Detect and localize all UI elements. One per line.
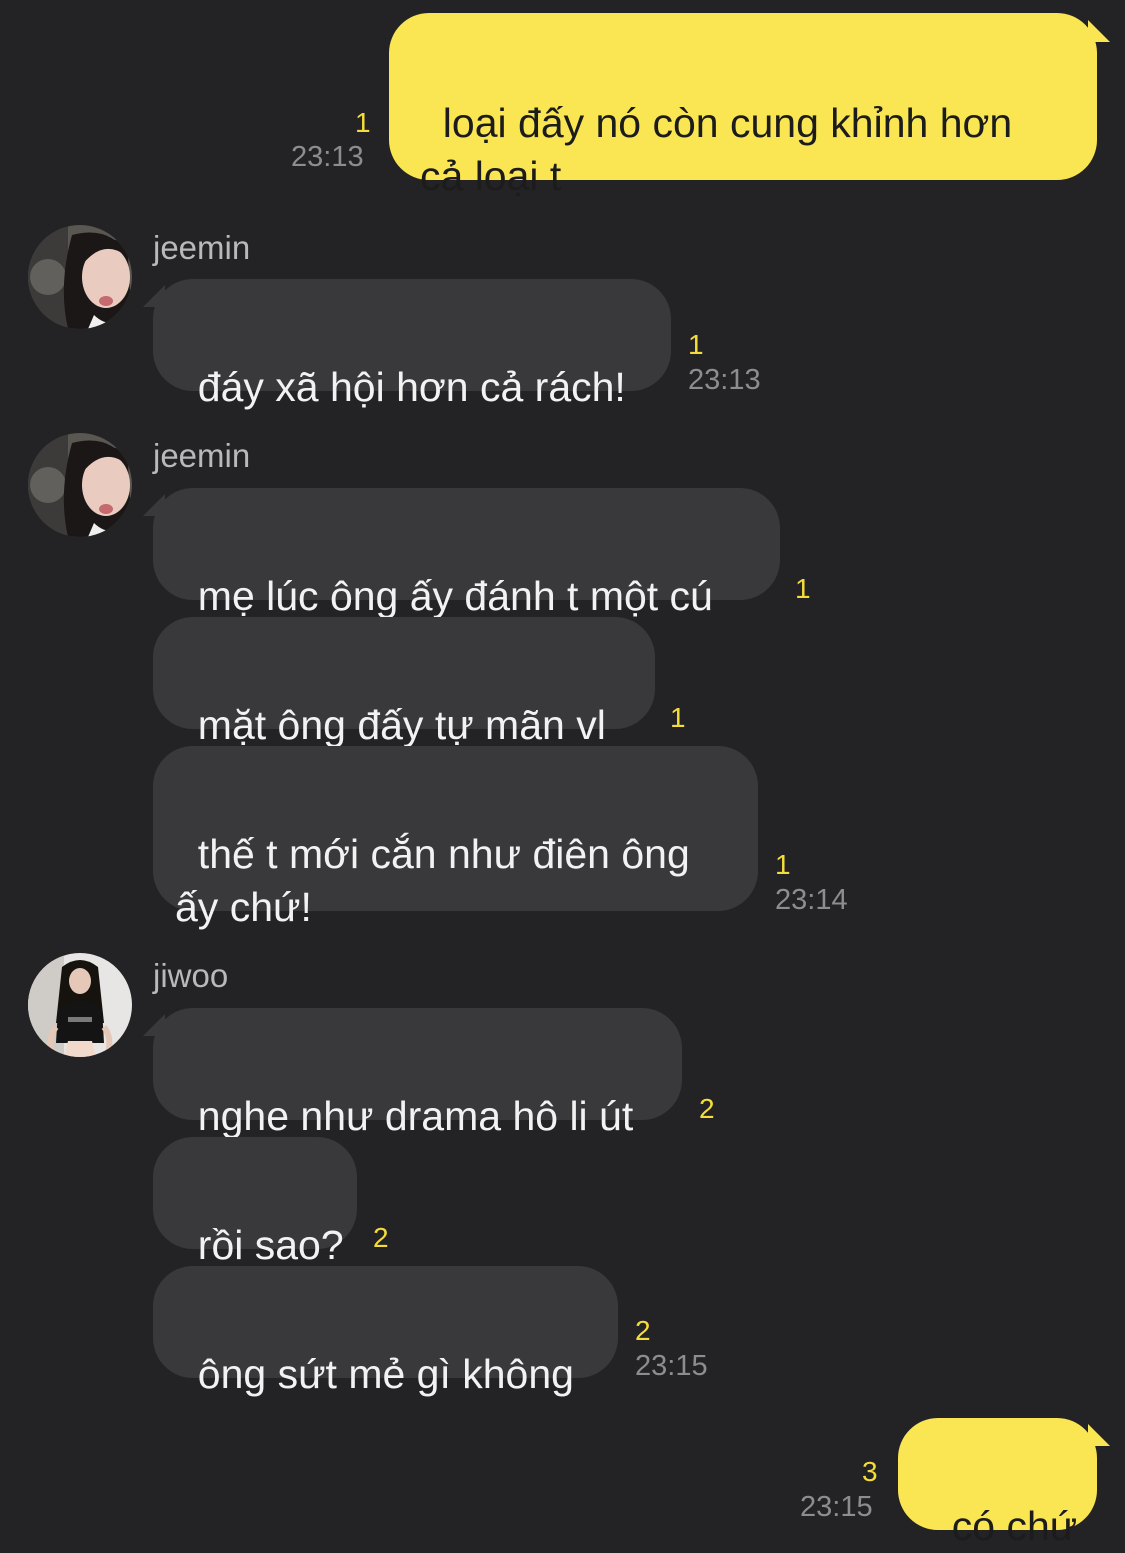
message-text: mẹ lúc ông ấy đánh t một cú <box>197 573 713 619</box>
message-text: ông sứt mẻ gì không <box>197 1351 574 1397</box>
sender-name: jiwoo <box>153 957 229 994</box>
message-text: loại đấy nó còn cung khỉnh hơn cả loại t <box>420 100 1013 199</box>
unread-count: 1 <box>670 702 686 733</box>
message-text: đáy xã hội hơn cả rách! <box>197 364 626 410</box>
jeemin-avatar[interactable] <box>28 225 132 329</box>
timestamp: 23:13 <box>291 141 364 173</box>
message-text: mặt ông đấy tự mãn vl <box>197 702 606 748</box>
avatar-photo-icon <box>28 953 132 1057</box>
message-text: thế t mới cắn như điên ông ấy chứ! <box>175 831 690 930</box>
unread-count: 2 <box>635 1315 651 1346</box>
avatar-photo-icon <box>28 433 132 537</box>
timestamp: 23:13 <box>688 364 761 396</box>
unread-count: 2 <box>373 1222 389 1253</box>
outgoing-message-bubble[interactable]: có chứ <box>898 1418 1097 1549</box>
bubble-tail <box>143 285 165 307</box>
incoming-message-bubble[interactable]: nghe như drama hô li út <box>153 1008 682 1139</box>
bubble-tail <box>1088 20 1110 42</box>
sender-name: jeemin <box>153 437 251 474</box>
incoming-message-bubble[interactable]: mẹ lúc ông ấy đánh t một cú <box>153 488 780 619</box>
unread-count: 3 <box>862 1456 878 1487</box>
bubble-tail <box>143 494 165 516</box>
unread-count: 1 <box>775 849 791 880</box>
unread-count: 1 <box>795 573 811 604</box>
incoming-message-bubble[interactable]: thế t mới cắn như điên ông ấy chứ! <box>153 746 758 930</box>
timestamp: 23:15 <box>635 1350 708 1382</box>
incoming-message-bubble[interactable]: rồi sao? <box>153 1137 357 1268</box>
jiwoo-avatar[interactable] <box>28 953 132 1057</box>
jeemin-avatar[interactable] <box>28 433 132 537</box>
message-text: nghe như drama hô li út <box>197 1093 634 1139</box>
message-text: có chứ <box>951 1503 1078 1549</box>
unread-count: 1 <box>688 329 704 360</box>
timestamp: 23:14 <box>775 884 848 916</box>
unread-count: 2 <box>699 1093 715 1124</box>
unread-count: 1 <box>355 107 371 138</box>
incoming-message-bubble[interactable]: ông sứt mẻ gì không <box>153 1266 618 1397</box>
message-text: rồi sao? <box>197 1222 344 1268</box>
avatar-photo-icon <box>28 225 132 329</box>
sender-name: jeemin <box>153 229 251 266</box>
timestamp: 23:15 <box>800 1491 873 1523</box>
bubble-tail <box>1088 1424 1110 1446</box>
incoming-message-bubble[interactable]: mặt ông đấy tự mãn vl <box>153 617 655 748</box>
outgoing-message-bubble[interactable]: loại đấy nó còn cung khỉnh hơn cả loại t <box>389 13 1097 199</box>
bubble-tail <box>143 1014 165 1036</box>
incoming-message-bubble[interactable]: đáy xã hội hơn cả rách! <box>153 279 671 410</box>
